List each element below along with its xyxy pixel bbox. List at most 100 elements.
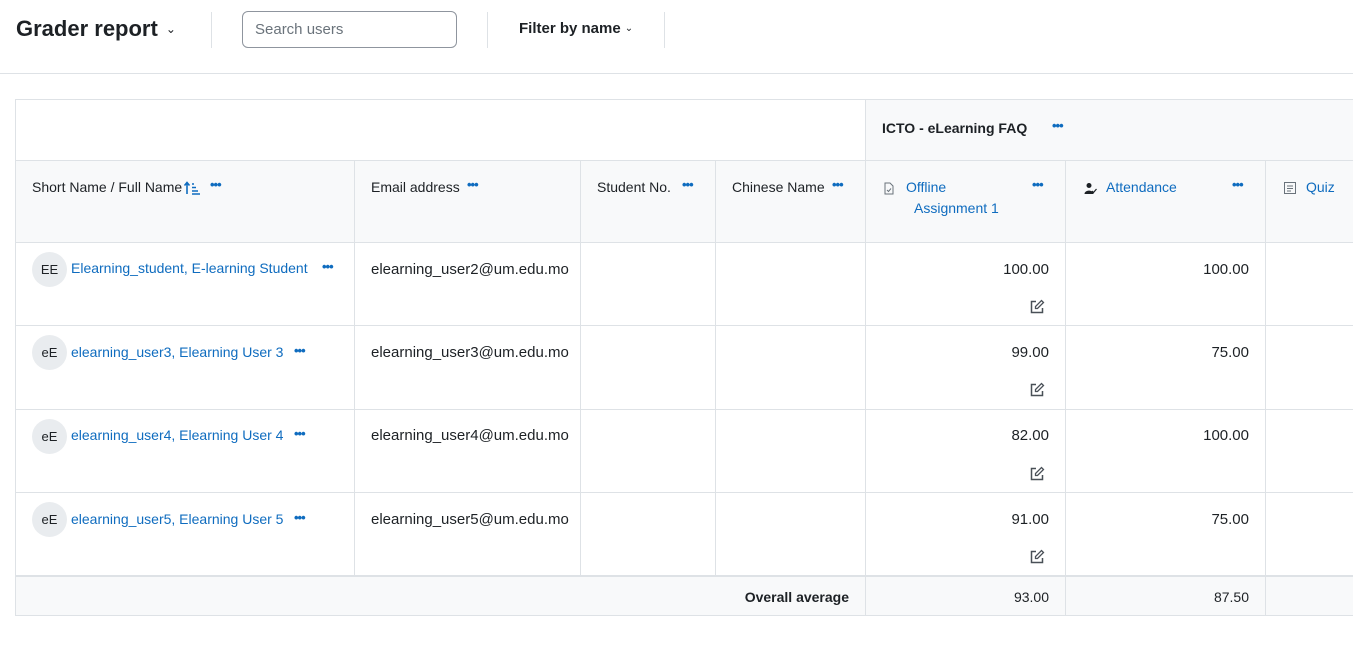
average-row-label-cell: Overall average [16,577,866,616]
table-row-user-cell: eE elearning_user4, Elearning User 4 ••• [16,410,355,493]
assignment-icon [884,182,894,195]
email-cell: elearning_user3@um.edu.mo [355,326,581,410]
more-options-icon[interactable]: ••• [294,510,306,525]
divider [487,12,488,48]
more-options-icon[interactable]: ••• [467,177,479,192]
grade-value: 82.00 [1011,427,1049,444]
filter-by-name-button[interactable]: Filter by name ⌄ [519,20,633,37]
grade-value: 75.00 [1211,511,1249,528]
attendance-link[interactable]: Attendance [1106,179,1177,195]
grader-table: ICTO - eLearning FAQ ••• Short Name / Fu… [15,99,1353,616]
divider [664,12,665,48]
average-cell: 87.50 [1066,577,1266,616]
email-value: elearning_user4@um.edu.mo [371,427,569,444]
avatar[interactable]: EE [32,252,67,287]
table-row-user-cell: eE elearning_user5, Elearning User 5 ••• [16,493,355,577]
chinese-name-cell [716,410,866,493]
grade-value: 99.00 [1011,344,1049,361]
more-options-icon[interactable]: ••• [322,259,334,274]
grade-cell[interactable]: 99.00 [866,326,1066,410]
more-options-icon[interactable]: ••• [294,343,306,358]
more-options-icon[interactable]: ••• [1052,118,1064,133]
search-input[interactable] [242,11,457,48]
grade-cell[interactable]: 75.00 [1066,493,1266,577]
sort-ascending-icon[interactable] [184,181,200,195]
column-header-offline-assignment: Offline Assignment 1 ••• [866,161,1066,243]
more-options-icon[interactable]: ••• [210,177,222,192]
user-name-link[interactable]: elearning_user5, Elearning User 5 [71,511,283,527]
email-cell: elearning_user4@um.edu.mo [355,410,581,493]
average-cell [1266,577,1353,616]
grade-value: 75.00 [1211,344,1249,361]
student-no-cell [581,326,716,410]
avatar[interactable]: eE [32,419,67,454]
average-value: 93.00 [1013,589,1049,605]
filter-label: Filter by name [519,20,621,37]
chinese-name-cell [716,326,866,410]
grade-cell[interactable] [1266,493,1353,577]
quiz-icon [1284,182,1296,194]
grade-cell[interactable]: 100.00 [1066,243,1266,326]
email-value: elearning_user2@um.edu.mo [371,261,569,278]
page-header: Grader report ⌄ Filter by name ⌄ [0,0,1353,74]
report-selector[interactable]: Grader report ⌄ [16,16,176,42]
chevron-down-icon: ⌄ [165,22,176,36]
edit-icon[interactable] [1029,299,1045,315]
column-header-attendance: Attendance ••• [1066,161,1266,243]
column-header-email: Email address ••• [355,161,581,243]
grade-value: 100.00 [1203,427,1249,444]
avatar[interactable]: eE [32,502,67,537]
grade-cell[interactable] [1266,326,1353,410]
more-options-icon[interactable]: ••• [1032,177,1044,192]
more-options-icon[interactable]: ••• [294,426,306,441]
student-no-cell [581,410,716,493]
quiz-link[interactable]: Quiz [1306,179,1335,195]
email-cell: elearning_user5@um.edu.mo [355,493,581,577]
grade-cell[interactable]: 100.00 [1066,410,1266,493]
chinese-name-cell [716,493,866,577]
email-cell: elearning_user2@um.edu.mo [355,243,581,326]
edit-icon[interactable] [1029,466,1045,482]
more-options-icon[interactable]: ••• [1232,177,1244,192]
grade-value: 100.00 [1003,261,1049,278]
chevron-down-icon: ⌄ [624,23,634,34]
grade-cell[interactable] [1266,243,1353,326]
column-header-student-no: Student No. ••• [581,161,716,243]
grade-cell[interactable]: 75.00 [1066,326,1266,410]
more-options-icon[interactable]: ••• [832,177,844,192]
column-header-quiz: Quiz [1266,161,1353,243]
column-label: Chinese Name [732,179,825,195]
user-name-link[interactable]: elearning_user3, Elearning User 3 [71,344,283,360]
table-row-user-cell: eE elearning_user3, Elearning User 3 ••• [16,326,355,410]
avatar[interactable]: eE [32,335,67,370]
column-label: Student No. [597,179,671,195]
user-name-link[interactable]: Elearning_student, E-learning Student [71,260,308,276]
column-label: Email address [371,179,460,195]
category-header: ICTO - eLearning FAQ ••• [866,100,1353,161]
category-title: ICTO - eLearning FAQ [882,120,1028,136]
column-header-chinese-name: Chinese Name ••• [716,161,866,243]
user-name-link[interactable]: elearning_user4, Elearning User 4 [71,427,283,443]
offline-assignment-link[interactable]: Assignment 1 [914,200,999,216]
page-title: Grader report [16,16,158,41]
edit-icon[interactable] [1029,549,1045,565]
grade-cell[interactable]: 82.00 [866,410,1066,493]
grade-value: 100.00 [1203,261,1249,278]
grade-value: 91.00 [1011,511,1049,528]
column-label: Short Name / Full Name [32,179,183,195]
more-options-icon[interactable]: ••• [682,177,694,192]
grade-cell[interactable]: 100.00 [866,243,1066,326]
student-no-cell [581,493,716,577]
edit-icon[interactable] [1029,382,1045,398]
chinese-name-cell [716,243,866,326]
attendance-icon [1084,183,1097,194]
table-row-user-cell: EE Elearning_student, E-learning Student… [16,243,355,326]
divider [211,12,212,48]
column-header-name: Short Name / Full Name ••• [16,161,355,243]
category-spacer [16,100,866,161]
grade-cell[interactable]: 91.00 [866,493,1066,577]
offline-assignment-link[interactable]: Offline [906,179,946,195]
email-value: elearning_user3@um.edu.mo [371,344,569,361]
average-cell: 93.00 [866,577,1066,616]
grade-cell[interactable] [1266,410,1353,493]
